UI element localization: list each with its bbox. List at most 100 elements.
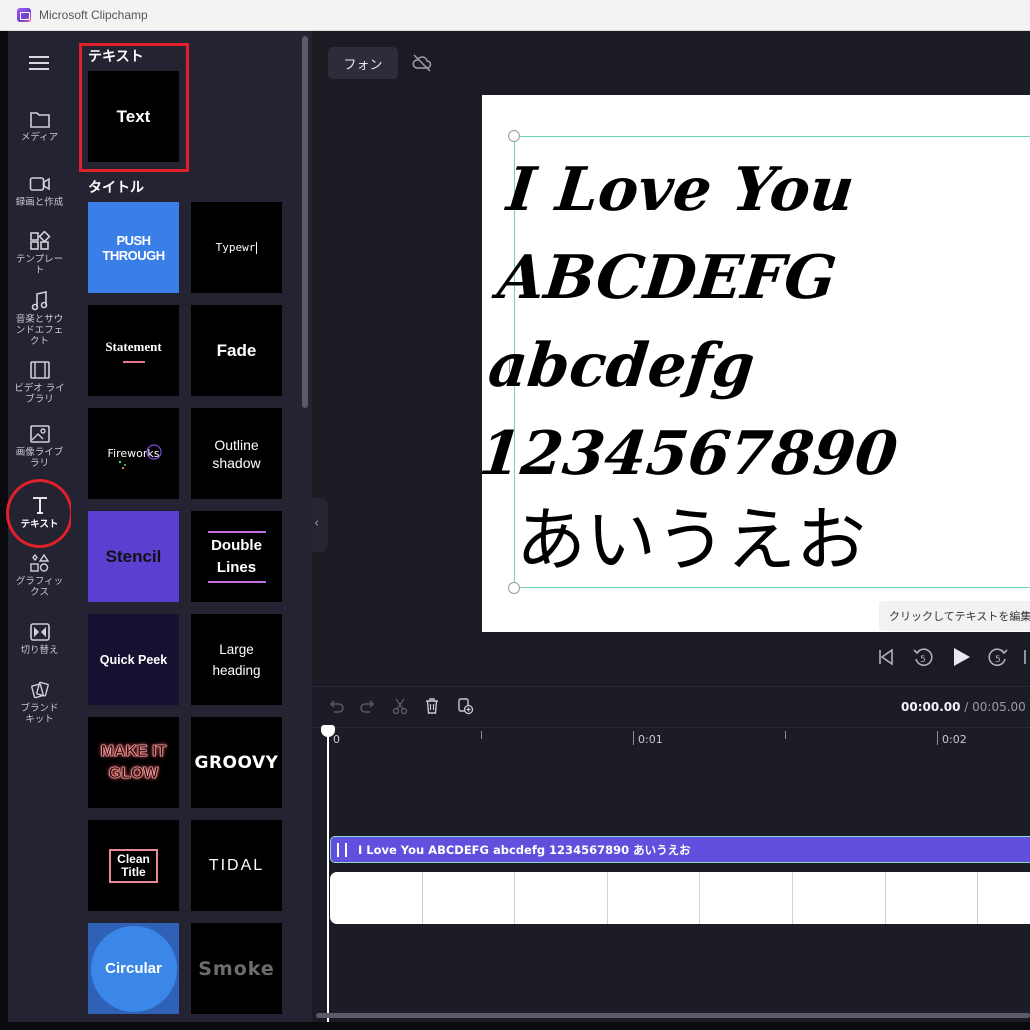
title-card-tidal[interactable]: TIDAL	[191, 820, 282, 911]
rewind-5-icon[interactable]: 5	[911, 645, 935, 669]
total-time: 00:05.00	[972, 700, 1026, 714]
window-titlebar: Microsoft Clipchamp	[0, 0, 1030, 31]
skip-to-start-icon[interactable]	[876, 645, 896, 669]
canvas-line: abcdefg	[485, 331, 758, 401]
card-label: Circular	[105, 960, 162, 977]
title-card-typewriter[interactable]: Typewr	[191, 202, 282, 293]
clip-frame-divider	[792, 872, 793, 924]
rail-item-image-library[interactable]: 画像ライブラリ	[8, 424, 71, 469]
canvas-line: I Love You	[503, 155, 858, 225]
rail-label: 画像ライブラリ	[15, 447, 64, 469]
panel-scrollbar[interactable]	[302, 36, 308, 408]
rail-label: グラフィックス	[15, 576, 64, 598]
card-label-line1: Outline	[214, 436, 259, 453]
forward-5-icon[interactable]: 5	[986, 645, 1010, 669]
rail-label: メディア	[20, 132, 59, 143]
card-label: Fade	[216, 340, 257, 360]
redo-icon[interactable]	[359, 697, 377, 715]
title-card-quick-peek[interactable]: Quick Peek	[88, 614, 179, 705]
card-label-line2: shadow	[212, 454, 261, 471]
delete-trash-icon[interactable]	[423, 697, 441, 715]
edit-text-tooltip: クリックしてテキストを編集する	[879, 601, 1030, 631]
film-icon	[29, 361, 50, 379]
card-label: TIDAL	[208, 856, 265, 874]
card-label-line2: GLOW	[108, 764, 159, 782]
rail-label: 録画と作成	[15, 197, 64, 208]
card-label: Stencil	[105, 546, 162, 566]
card-label-line1: MAKE IT	[100, 742, 167, 760]
background-clip[interactable]	[330, 872, 1030, 924]
title-card-smoke[interactable]: Smoke	[191, 923, 282, 1014]
ruler-tick-label: 0:02	[942, 733, 967, 746]
skip-to-end-icon[interactable]	[1024, 645, 1030, 669]
title-card-circular[interactable]: Circular	[88, 923, 179, 1014]
fireworks-sparkle-icon	[118, 444, 162, 469]
title-card-stencil[interactable]: Stencil	[88, 511, 179, 602]
duplicate-add-icon[interactable]	[456, 697, 474, 715]
title-card-clean-title[interactable]: Clean Title	[88, 820, 179, 911]
title-card-make-it-glow[interactable]: MAKE IT GLOW	[88, 717, 179, 808]
title-card-large-heading[interactable]: Large heading	[191, 614, 282, 705]
rail-item-media[interactable]: メディア	[8, 109, 71, 143]
image-icon	[29, 425, 50, 443]
card-label: Smoke	[198, 957, 275, 980]
rail-label: ビデオ ライブラリ	[14, 383, 65, 405]
hamburger-menu-icon[interactable]	[29, 55, 49, 71]
playhead[interactable]	[327, 732, 329, 1022]
play-icon[interactable]	[949, 645, 973, 669]
card-label: PUSH THROUGH	[102, 232, 165, 263]
resize-handle-top-left[interactable]	[508, 130, 520, 142]
annotation-circle	[6, 479, 73, 548]
rail-item-brand-kit[interactable]: ブランド キット	[8, 680, 71, 725]
transition-icon	[29, 623, 50, 641]
title-card-statement[interactable]: Statement	[88, 305, 179, 396]
annotation-rectangle	[79, 43, 189, 172]
folder-icon	[29, 112, 50, 128]
rail-item-music[interactable]: 音楽とサウンドエフェクト	[8, 291, 71, 347]
title-card-outline-shadow[interactable]: Outline shadow	[191, 408, 282, 499]
split-scissors-icon[interactable]	[391, 697, 409, 715]
ruler-tick	[785, 731, 786, 739]
card-label-line1: Clean	[117, 851, 150, 866]
font-button[interactable]: フォン	[328, 47, 398, 79]
rail-label: テンプレート	[15, 254, 64, 276]
window-frame-left	[0, 31, 8, 1030]
undo-icon[interactable]	[327, 697, 345, 715]
chevron-left-icon: ‹	[314, 516, 320, 531]
timeline-scrollbar[interactable]	[316, 1013, 1030, 1018]
clip-frame-divider	[977, 872, 978, 924]
shapes-icon	[29, 553, 49, 572]
current-time: 00:00.00	[901, 700, 961, 714]
rail-item-graphics[interactable]: グラフィックス	[8, 553, 71, 598]
clipchamp-app-icon	[17, 8, 31, 22]
resize-handle-bottom-left[interactable]	[508, 582, 520, 594]
canvas-line: 1234567890	[475, 419, 901, 489]
cloud-off-icon[interactable]	[411, 53, 433, 73]
music-note-icon	[31, 291, 47, 311]
card-label-line1: Large	[219, 641, 254, 657]
collapse-panel-button[interactable]: ‹	[310, 498, 328, 552]
rail-item-templates[interactable]: テンプレート	[8, 231, 71, 276]
rail-item-transitions[interactable]: 切り替え	[8, 622, 71, 656]
title-card-fade[interactable]: Fade	[191, 305, 282, 396]
title-card-fireworks[interactable]: Fireworks	[88, 408, 179, 499]
card-label: GROOVY	[194, 752, 279, 773]
card-label-line2: heading	[212, 662, 261, 678]
ruler-tick-label: 0:01	[638, 733, 663, 746]
ruler-tick	[633, 731, 634, 745]
title-card-push-through[interactable]: PUSH THROUGH	[88, 202, 179, 293]
clip-trim-handle[interactable]	[337, 842, 347, 857]
canvas-text-japanese[interactable]: あいうえお	[516, 500, 866, 580]
card-label-line1: Double	[211, 536, 262, 554]
rail-item-record[interactable]: 録画と作成	[8, 174, 71, 208]
title-card-groovy[interactable]: GROOVY	[191, 717, 282, 808]
text-clip[interactable]: I Love You ABCDEFG abcdefg 1234567890 あい…	[330, 836, 1030, 863]
text-clip-label: I Love You ABCDEFG abcdefg 1234567890 あい…	[358, 842, 691, 857]
clip-frame-divider	[422, 872, 423, 924]
clip-frame-divider	[607, 872, 608, 924]
title-card-double-lines[interactable]: Double Lines	[191, 511, 282, 602]
canvas-text-latin[interactable]: I Love You ABCDEFG abcdefg 1234567890	[475, 146, 929, 498]
rail-item-video-library[interactable]: ビデオ ライブラリ	[8, 360, 71, 405]
ruler-tick	[937, 731, 938, 745]
section-heading-titles: タイトル	[88, 180, 144, 196]
